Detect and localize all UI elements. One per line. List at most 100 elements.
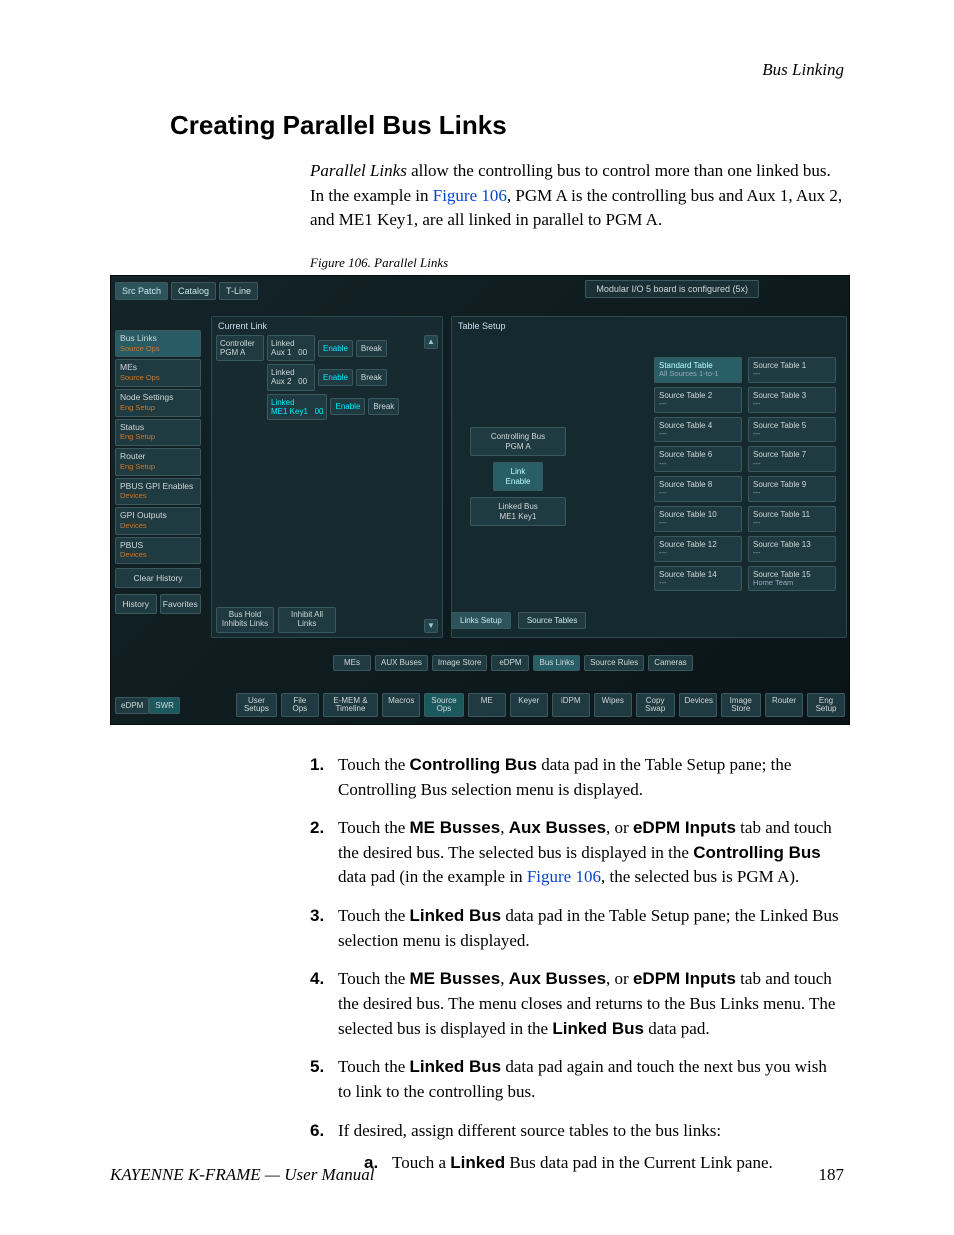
sidebar: Bus LinksSource OpsMEsSource OpsNode Set… bbox=[115, 330, 201, 614]
page: Bus Linking Creating Parallel Bus Links … bbox=[0, 0, 954, 1235]
bottom-menu-button[interactable]: Keyer bbox=[510, 693, 548, 718]
bottom-menu-button[interactable]: Macros bbox=[382, 693, 420, 718]
bold-term: Linked Bus bbox=[410, 1057, 502, 1076]
bold-term: Linked Bus bbox=[552, 1019, 644, 1038]
figure-ref-link[interactable]: Figure 106 bbox=[433, 186, 507, 205]
menu-tab[interactable]: MEs bbox=[333, 655, 371, 671]
sidebar-item[interactable]: Node SettingsEng Setup bbox=[115, 389, 201, 417]
menu-tab[interactable]: Cameras bbox=[648, 655, 692, 671]
break-button[interactable]: Break bbox=[368, 398, 399, 415]
topbar-tab[interactable]: Catalog bbox=[171, 282, 216, 300]
ui-screenshot: Src PatchCatalogT-Line Modular I/O 5 boa… bbox=[110, 275, 850, 725]
source-table-cell[interactable]: Source Table 11--- bbox=[748, 506, 836, 532]
linked-datapad[interactable]: LinkedAux 1 00 bbox=[267, 335, 315, 361]
bottom-menu-button[interactable]: iDPM bbox=[552, 693, 590, 718]
source-table-cell[interactable]: Source Table 15Home Team bbox=[748, 566, 836, 592]
sidebar-item[interactable]: StatusEng Setup bbox=[115, 419, 201, 447]
enable-button[interactable]: Enable bbox=[318, 369, 353, 386]
sidebar-item[interactable]: PBUSDevices bbox=[115, 537, 201, 565]
bold-term: Controlling Bus bbox=[693, 843, 820, 862]
mode-button[interactable]: SWR bbox=[149, 697, 180, 714]
mode-button[interactable]: eDPM bbox=[115, 697, 149, 714]
bus-hold-inhibits-button[interactable]: Bus Hold Inhibits Links bbox=[216, 607, 274, 633]
linked-bus-datapad[interactable]: Linked Bus ME1 Key1 bbox=[470, 497, 566, 526]
sidebar-item[interactable]: MEsSource Ops bbox=[115, 359, 201, 387]
source-table-cell[interactable]: Source Table 14--- bbox=[654, 566, 742, 592]
sidebar-item[interactable]: PBUS GPI EnablesDevices bbox=[115, 478, 201, 506]
menu-tab[interactable]: AUX Buses bbox=[375, 655, 428, 671]
break-button[interactable]: Break bbox=[356, 340, 387, 357]
bottom-menu-button[interactable]: Source Ops bbox=[424, 693, 464, 718]
controlling-bus-value: PGM A bbox=[505, 442, 530, 451]
bottom-menu-button[interactable]: ME bbox=[468, 693, 506, 718]
bottom-menu-button[interactable]: File Ops bbox=[281, 693, 319, 718]
source-table-cell[interactable]: Source Table 7--- bbox=[748, 446, 836, 472]
clear-history-button[interactable]: Clear History bbox=[115, 568, 201, 588]
enable-button[interactable]: Enable bbox=[318, 340, 353, 357]
sidebar-item[interactable]: Bus LinksSource Ops bbox=[115, 330, 201, 358]
step-body: Touch the Controlling Bus data pad in th… bbox=[338, 753, 844, 802]
history-button[interactable]: History bbox=[115, 594, 157, 614]
bottom-menu-button[interactable]: Eng Setup bbox=[807, 693, 845, 718]
menu-tab[interactable]: Source Rules bbox=[584, 655, 644, 671]
source-table-cell[interactable]: Source Table 8--- bbox=[654, 476, 742, 502]
linked-datapad[interactable]: LinkedME1 Key1 00 bbox=[267, 394, 327, 420]
menu-tab[interactable]: Bus Links bbox=[533, 655, 580, 671]
bold-term: Linked Bus bbox=[410, 906, 502, 925]
controlling-bus-title: Controlling Bus bbox=[491, 432, 545, 441]
break-button[interactable]: Break bbox=[356, 369, 387, 386]
menu-row-tabs: MEsAUX BusesImage StoreeDPMBus LinksSour… bbox=[115, 650, 845, 676]
link-enable-button[interactable]: Link Enable bbox=[493, 462, 543, 491]
linked-datapad[interactable]: LinkedAux 2 00 bbox=[267, 364, 315, 390]
source-table-cell[interactable]: Source Table 5--- bbox=[748, 417, 836, 443]
bottom-menu-button[interactable]: Devices bbox=[679, 693, 717, 718]
source-table-cell[interactable]: Source Table 4--- bbox=[654, 417, 742, 443]
controller-datapad[interactable]: ControllerPGM A bbox=[216, 335, 264, 361]
step-body: Touch the Linked Bus data pad in the Tab… bbox=[338, 904, 844, 953]
source-table-cell[interactable]: Source Table 1--- bbox=[748, 357, 836, 383]
step: 5.Touch the Linked Bus data pad again an… bbox=[310, 1055, 844, 1104]
sidebar-item[interactable]: GPI OutputsDevices bbox=[115, 507, 201, 535]
scroll-down-icon[interactable]: ▼ bbox=[424, 619, 438, 633]
source-table-cell[interactable]: Source Table 6--- bbox=[654, 446, 742, 472]
sidebar-item[interactable]: RouterEng Setup bbox=[115, 448, 201, 476]
topbar-tab[interactable]: Src Patch bbox=[115, 282, 168, 300]
bold-term: ME Busses bbox=[410, 969, 501, 988]
controlling-bus-datapad[interactable]: Controlling Bus PGM A bbox=[470, 427, 566, 456]
intro-lead-italic: Parallel Links bbox=[310, 161, 407, 180]
bottom-menu-button[interactable]: E-MEM & Timeline bbox=[323, 693, 378, 718]
scroll-up-icon[interactable]: ▲ bbox=[424, 335, 438, 349]
enable-button[interactable]: Enable bbox=[330, 398, 365, 415]
io-config-banner: Modular I/O 5 board is configured (5x) bbox=[585, 280, 759, 298]
source-table-cell[interactable]: Source Table 3--- bbox=[748, 387, 836, 413]
bottom-menu-button[interactable]: Wipes bbox=[594, 693, 632, 718]
source-table-grid: Standard TableAll Sources 1-to-1Source T… bbox=[654, 357, 836, 592]
footer-left: KAYENNE K-FRAME — User Manual bbox=[110, 1165, 374, 1185]
favorites-button[interactable]: Favorites bbox=[160, 594, 202, 614]
menu-tab[interactable]: Image Store bbox=[432, 655, 488, 671]
bold-term: eDPM Inputs bbox=[633, 969, 736, 988]
source-table-cell[interactable]: Source Table 12--- bbox=[654, 536, 742, 562]
bottom-menu-button[interactable]: Router bbox=[765, 693, 803, 718]
page-number: 187 bbox=[819, 1165, 845, 1185]
step: 2.Touch the ME Busses, Aux Busses, or eD… bbox=[310, 816, 844, 890]
topbar-tab[interactable]: T-Line bbox=[219, 282, 258, 300]
current-link-label: Current Link bbox=[216, 321, 438, 335]
table-setup-tab[interactable]: Source Tables bbox=[518, 612, 587, 629]
table-setup-tab[interactable]: Links Setup bbox=[451, 612, 511, 629]
source-table-cell[interactable]: Source Table 13--- bbox=[748, 536, 836, 562]
bottom-menu-button[interactable]: User Setups bbox=[236, 693, 277, 718]
figure-ref-link[interactable]: Figure 106 bbox=[527, 867, 601, 886]
bottom-bar: eDPMSWR User SetupsFile OpsE-MEM & Timel… bbox=[115, 692, 845, 718]
inhibit-all-links-button[interactable]: Inhibit All Links bbox=[278, 607, 336, 633]
bottom-menu-button[interactable]: Copy Swap bbox=[636, 693, 675, 718]
bottom-menu-button[interactable]: Image Store bbox=[721, 693, 762, 718]
menu-tab[interactable]: eDPM bbox=[491, 655, 529, 671]
running-header: Bus Linking bbox=[110, 60, 844, 80]
steps-list: 1.Touch the Controlling Bus data pad in … bbox=[310, 753, 844, 1176]
figure-caption: Figure 106. Parallel Links bbox=[310, 255, 844, 271]
source-table-cell[interactable]: Source Table 9--- bbox=[748, 476, 836, 502]
source-table-cell[interactable]: Source Table 2--- bbox=[654, 387, 742, 413]
source-table-cell[interactable]: Standard TableAll Sources 1-to-1 bbox=[654, 357, 742, 383]
source-table-cell[interactable]: Source Table 10--- bbox=[654, 506, 742, 532]
